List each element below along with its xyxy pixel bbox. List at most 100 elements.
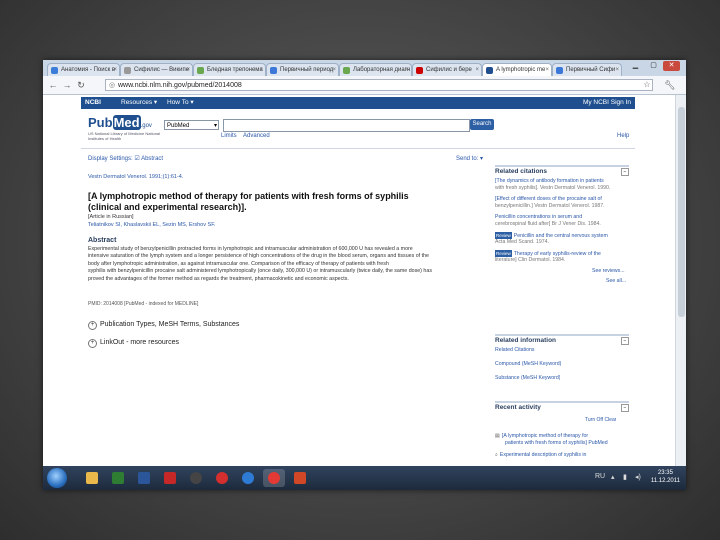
tray-arrow-icon[interactable]: ▴ [611, 473, 615, 481]
section-label: LinkOut - more resources [100, 339, 179, 346]
scrollbar-thumb[interactable] [678, 107, 685, 317]
related-info-link[interactable]: Compound (MeSH Keyword) [495, 361, 561, 368]
close-window-button[interactable]: ✕ [663, 61, 680, 71]
tab-syphilis-pregnancy[interactable]: Сифилис и бере × [412, 63, 482, 76]
related-citations-heading: Related citations [495, 168, 548, 175]
forward-arrow-icon[interactable]: → [61, 79, 73, 91]
tab-primary-syphilis[interactable]: Первичный Сифи × [552, 63, 622, 76]
abstract-text: Experimental study of benzylpenicillin p… [88, 246, 489, 283]
ncbi-logo[interactable]: NCBI [85, 97, 101, 109]
database-select[interactable]: PubMed [164, 120, 219, 131]
tab-favicon-icon [51, 67, 58, 74]
tab-close-icon[interactable]: × [545, 64, 549, 76]
abstract-line: Experimental study of benzylpenicillin p… [88, 246, 413, 252]
address-bar[interactable]: ◎ www.ncbi.nlm.nih.gov/pubmed/2014008 [105, 79, 653, 91]
tab-lab-diagnosis[interactable]: Лабораторная диагн × [339, 63, 412, 76]
database-value: PubMed [167, 123, 190, 129]
tab-primary-period[interactable]: Первичный период × [266, 63, 339, 76]
tab-favicon-icon [197, 67, 204, 74]
tab-label: Первичный период [280, 67, 334, 73]
limits-link[interactable]: Limits [221, 133, 237, 139]
display-settings[interactable]: Display Settings: ☑ Abstract [88, 155, 163, 162]
tab-close-icon[interactable]: × [113, 64, 117, 76]
collapse-toggle-icon[interactable]: − [621, 404, 629, 412]
resources-menu[interactable]: Resources ▾ [121, 97, 157, 109]
start-button-icon[interactable] [47, 468, 67, 488]
linkout-section[interactable]: + LinkOut - more resources [88, 339, 179, 348]
opera-icon[interactable] [211, 469, 233, 487]
tab-lymphotropic-active[interactable]: A lymphotropic me × [482, 63, 552, 76]
abstract-line: body after lymphotropic administration, … [88, 260, 389, 267]
tab-close-icon[interactable]: × [405, 64, 409, 76]
recent-item[interactable]: ▤ [A lymphotropic method of therapy for [495, 433, 629, 440]
word-icon[interactable] [133, 469, 155, 487]
network-icon[interactable] [237, 469, 259, 487]
wrench-icon[interactable]: 🔧︎ [663, 79, 677, 91]
media-icon[interactable] [185, 469, 207, 487]
tab-label: A lymphotropic me [496, 67, 546, 73]
tab-close-icon[interactable]: × [475, 64, 479, 76]
related-information-heading: Related information [495, 337, 557, 344]
signin-link[interactable]: My NCBI Sign In [583, 97, 631, 109]
search-input[interactable] [223, 119, 470, 132]
expand-plus-icon[interactable]: + [88, 321, 97, 330]
expand-plus-icon[interactable]: + [88, 339, 97, 348]
recent-item-text: [A lymphotropic method of therapy for [501, 433, 589, 439]
volume-icon[interactable]: ◂) [635, 473, 641, 481]
howto-menu[interactable]: How To ▾ [167, 97, 194, 109]
chrome-icon[interactable] [263, 469, 285, 487]
abstract-heading: Abstract [88, 237, 117, 244]
see-reviews-link[interactable]: See reviews... [592, 268, 625, 274]
maximize-button[interactable]: ▢ [645, 61, 662, 71]
network-tray-icon[interactable]: ▮ [623, 473, 627, 481]
related-citation-link[interactable]: [The dynamics of antibody formation in p… [495, 178, 629, 185]
tab-favicon-icon [556, 67, 563, 74]
pubmed-logo[interactable]: PubMed.gov [88, 115, 152, 130]
tab-anatomy[interactable]: Анатомия - Поиск в × [47, 63, 120, 76]
publication-types-section[interactable]: + Publication Types, MeSH Terms, Substanc… [88, 321, 239, 330]
related-info-link[interactable]: Substance (MeSH Keyword) [495, 375, 560, 382]
tab-treponema[interactable]: Бледная трепонема × [193, 63, 266, 76]
article-authors[interactable]: Teliatnikov SI, Khaslavskii EL, Sezin MS… [88, 222, 215, 228]
browser-tab-bar: Анатомия - Поиск в × Сифилис — Википе × Бл… [43, 60, 686, 76]
see-all-link[interactable]: See all... [606, 278, 626, 284]
journal-citation[interactable]: Vestn Dermatol Venerol. 1991;(1):61-4. [88, 174, 183, 180]
bookmark-star-icon[interactable]: ☆ [641, 79, 653, 91]
minimize-button[interactable]: ▁ [627, 61, 644, 71]
tab-close-icon[interactable]: × [615, 64, 619, 76]
search-button[interactable]: Search [470, 119, 494, 130]
turn-off-clear-links[interactable]: Turn Off Clear [585, 417, 616, 424]
tab-label: Сифилис и бере [426, 67, 472, 73]
language-indicator[interactable]: RU [595, 473, 605, 480]
document-icon: ▤ [495, 433, 500, 439]
tab-syphilis-wiki[interactable]: Сифилис — Википе × [120, 63, 193, 76]
excel-icon[interactable] [107, 469, 129, 487]
acrobat-icon[interactable] [159, 469, 181, 487]
related-citation-source: Acta Med Scand. 1974. [495, 239, 549, 245]
tab-close-icon[interactable]: × [332, 64, 336, 76]
reload-icon[interactable]: ↻ [75, 79, 87, 91]
abstract-line: syphilis with benzylpenicillin procaine … [88, 268, 432, 275]
collapse-toggle-icon[interactable]: − [621, 337, 629, 345]
collapse-toggle-icon[interactable]: − [621, 168, 629, 176]
vertical-scrollbar[interactable] [675, 95, 686, 466]
advanced-link[interactable]: Advanced [243, 133, 270, 139]
abstract-line: intensive saturation of the lymph system… [88, 253, 429, 260]
tab-label: Бледная трепонема [207, 67, 263, 73]
related-citation-link[interactable]: [Effect of different doses of the procai… [495, 196, 629, 203]
back-arrow-icon[interactable]: ← [47, 79, 59, 91]
tab-close-icon[interactable]: × [186, 64, 190, 76]
help-link[interactable]: Help [617, 133, 629, 139]
related-info-link[interactable]: Related Citations [495, 347, 535, 354]
related-citation-link[interactable]: Penicillin concentrations in serum and [495, 214, 629, 221]
explorer-icon[interactable] [81, 469, 103, 487]
tab-close-icon[interactable]: × [259, 64, 263, 76]
powerpoint-icon[interactable] [289, 469, 311, 487]
send-to-menu[interactable]: Send to: ▾ [456, 155, 483, 162]
recent-item[interactable]: ⌕ Experimental description of syphilis in [495, 452, 629, 459]
review-badge: Review [495, 250, 512, 257]
related-citation-source: cerebrospinal fluid after] Br J Vener Di… [495, 221, 601, 227]
system-clock[interactable]: 23:35 11.12.2011 [651, 469, 680, 485]
header-divider [81, 148, 635, 149]
related-citation-source: with fresh syphilis]. Vestn Dermatol Ven… [495, 185, 611, 191]
